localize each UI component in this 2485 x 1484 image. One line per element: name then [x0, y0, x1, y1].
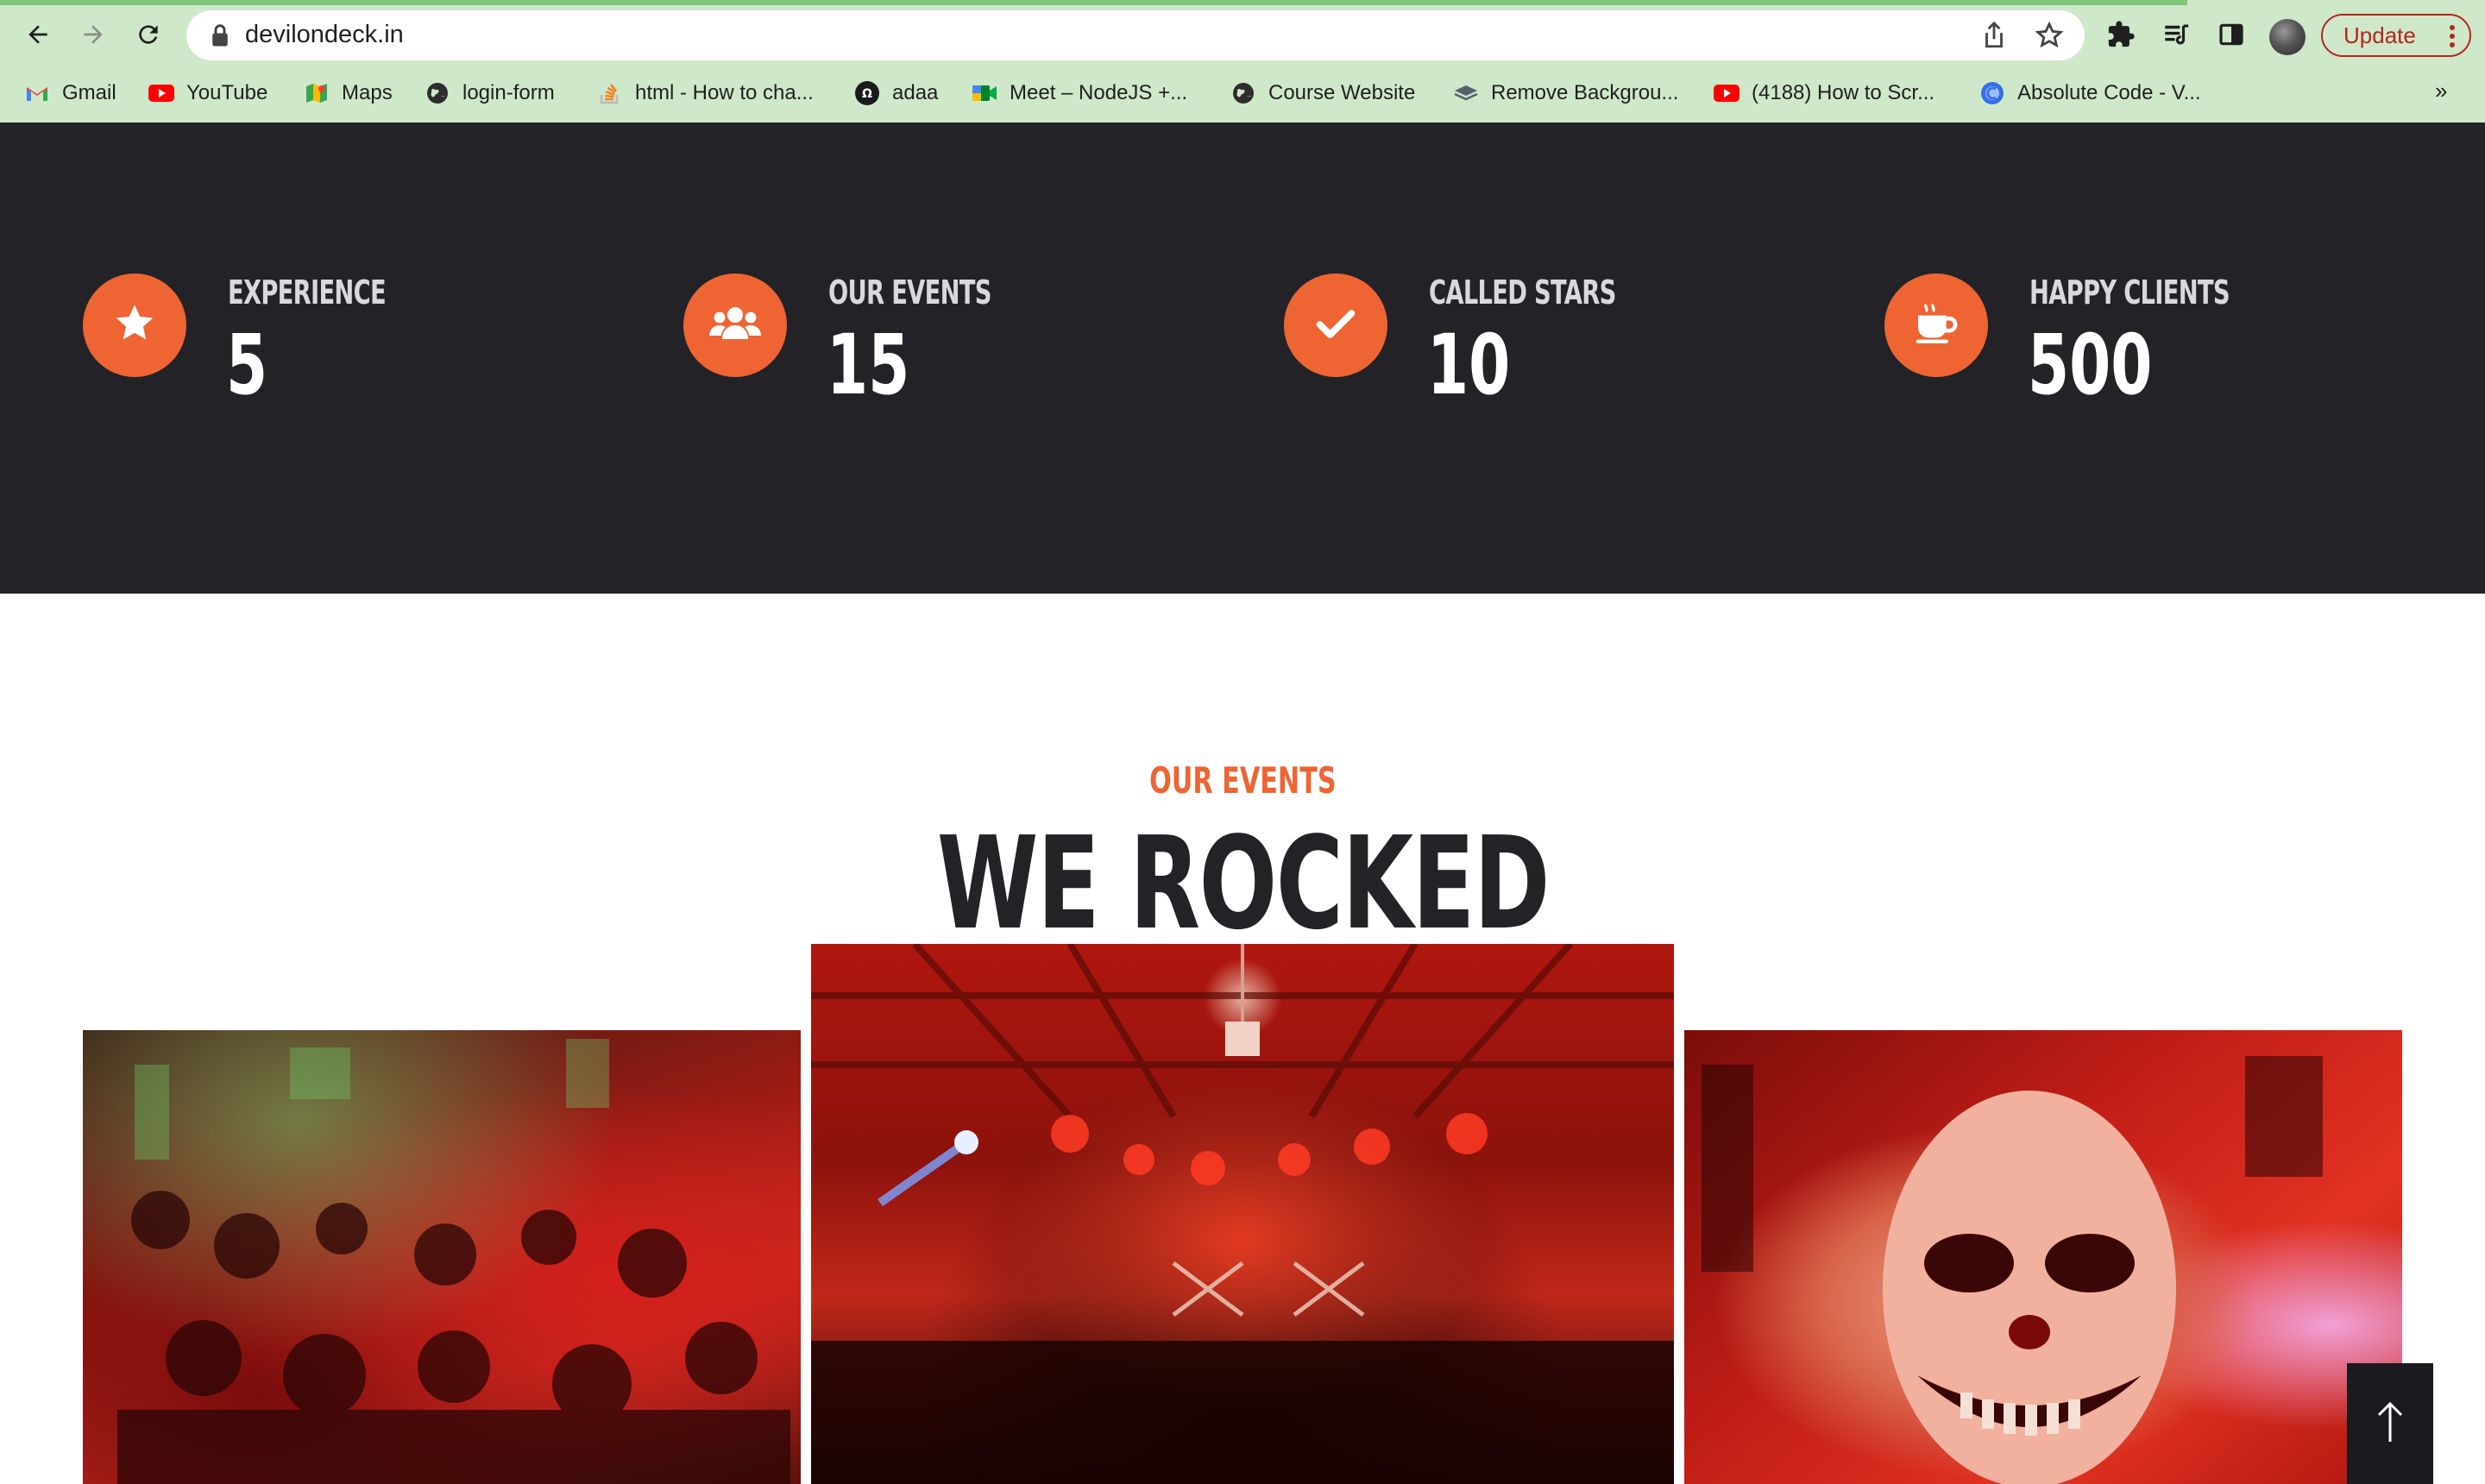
back-arrow-icon[interactable]	[17, 14, 59, 55]
scroll-to-top-button[interactable]	[2347, 1363, 2433, 1484]
bookmark-label: Absolute Code - V...	[2017, 81, 2201, 104]
extensions-icon[interactable]	[2104, 17, 2138, 52]
stat-label: EXPERIENCE	[228, 274, 387, 311]
adaa-icon: Ω	[854, 80, 880, 106]
removebg-icon	[1453, 80, 1479, 106]
lock-icon[interactable]	[209, 22, 231, 52]
bookmark-login-form[interactable]: login-form	[425, 74, 555, 112]
youtube-icon	[1714, 80, 1740, 106]
bookmark-label: Remove Backgrou...	[1491, 81, 1679, 104]
reload-icon[interactable]	[128, 14, 169, 55]
users-icon	[708, 303, 763, 348]
stat-value: 15	[827, 317, 910, 413]
coffee-icon	[1912, 299, 1960, 351]
share-icon[interactable]	[1981, 21, 2007, 53]
side-panel-icon[interactable]	[2214, 17, 2249, 52]
bookmark-course-website[interactable]: Course Website	[1230, 74, 1415, 112]
event-photo-crowd[interactable]	[83, 1030, 801, 1484]
bookmark-maps[interactable]: Maps	[304, 74, 393, 112]
url-text[interactable]: devilondeck.in	[245, 21, 404, 49]
bookmark-youtube-video[interactable]: (4188) How to Scr...	[1714, 74, 1935, 112]
gmail-icon	[24, 80, 50, 106]
bookmark-label: adaa	[892, 81, 939, 104]
bookmark-youtube[interactable]: YouTube	[148, 74, 267, 112]
stat-label: HAPPY CLIENTS	[2029, 274, 2230, 311]
arrow-up-icon	[2375, 1400, 2405, 1447]
update-button[interactable]: Update	[2321, 14, 2471, 57]
absolute-code-icon	[1979, 80, 2005, 106]
check-icon	[1313, 301, 1358, 349]
maps-icon	[304, 80, 330, 106]
stat-label: OUR EVENTS	[828, 274, 991, 311]
svg-text:Ω: Ω	[862, 87, 872, 101]
meet-icon	[972, 80, 997, 106]
browser-chrome: devilondeck.in Update Gmail YouTube Maps…	[0, 0, 2485, 123]
event-photo-clown-mask[interactable]	[1684, 1030, 2402, 1484]
event-photo-club-stage[interactable]	[811, 944, 1674, 1484]
bookmark-label: (4188) How to Scr...	[1752, 81, 1935, 104]
events-section-label: OUR EVENTS	[0, 759, 2485, 802]
bookmark-gmail[interactable]: Gmail	[24, 74, 116, 112]
stat-label: CALLED STARS	[1429, 274, 1616, 311]
youtube-icon	[148, 80, 174, 106]
stat-called-stars: CALLED STARS 10	[1284, 274, 1836, 463]
bookmarks-bar: Gmail YouTube Maps login-form html - How…	[0, 74, 2485, 112]
bookmark-label: Maps	[342, 81, 393, 104]
stat-icon-circle	[683, 274, 787, 377]
bookmark-label: html - How to cha...	[635, 81, 814, 104]
globe-icon	[425, 80, 450, 106]
bookmark-stackoverflow[interactable]: html - How to cha...	[597, 74, 814, 112]
reading-list-icon[interactable]	[2159, 17, 2193, 52]
bookmark-label: login-form	[462, 81, 555, 104]
bookmarks-overflow-button[interactable]: »	[2435, 78, 2447, 104]
stat-icon-circle	[1284, 274, 1387, 377]
forward-arrow-icon[interactable]	[72, 14, 114, 55]
stat-our-events: OUR EVENTS 15	[683, 274, 1236, 463]
stat-icon-circle	[83, 274, 186, 377]
star-icon	[112, 301, 157, 349]
events-heading: WE ROCKED	[936, 809, 1550, 958]
bookmark-label: Meet – NodeJS +...	[1010, 81, 1188, 104]
bookmark-label: YouTube	[186, 81, 268, 104]
avatar[interactable]	[2269, 19, 2306, 55]
bookmark-meet[interactable]: Meet – NodeJS +...	[972, 74, 1187, 112]
stats-section: EXPERIENCE 5 OUR EVENTS 15 CALLED STARS …	[0, 123, 2485, 594]
stat-experience: EXPERIENCE 5	[83, 274, 635, 463]
menu-dots-icon[interactable]	[2449, 24, 2456, 54]
bookmark-adaa[interactable]: Ω adaa	[854, 74, 938, 112]
bookmark-absolute-code[interactable]: Absolute Code - V...	[1979, 74, 2201, 112]
browser-toolbar: devilondeck.in Update	[0, 5, 2485, 64]
events-section-title: WE ROCKED	[0, 820, 2485, 947]
stat-icon-circle	[1884, 274, 1988, 377]
stat-happy-clients: HAPPY CLIENTS 500	[1884, 274, 2437, 463]
update-label: Update	[2343, 22, 2416, 48]
address-bar[interactable]: devilondeck.in	[186, 10, 2085, 60]
stackoverflow-icon	[597, 80, 623, 106]
globe-icon	[1230, 80, 1256, 106]
bookmark-remove-background[interactable]: Remove Backgrou...	[1453, 74, 1678, 112]
stat-value: 10	[1427, 317, 1511, 413]
events-eyebrow: OUR EVENTS	[1148, 759, 1337, 802]
stat-value: 500	[2028, 317, 2153, 413]
bookmark-label: Course Website	[1268, 81, 1416, 104]
star-icon[interactable]	[2035, 21, 2064, 53]
stat-value: 5	[226, 317, 268, 413]
bookmark-label: Gmail	[62, 81, 116, 104]
